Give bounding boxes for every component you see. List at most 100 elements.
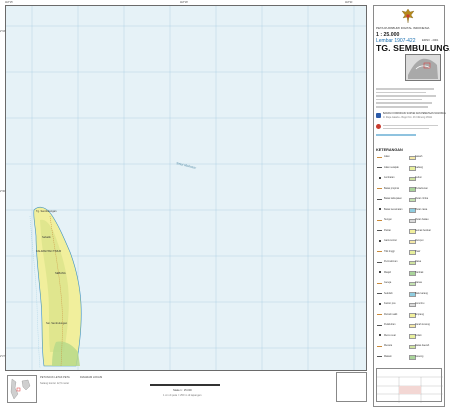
legend-label: Terumbu	[415, 302, 425, 305]
legend-symbol	[377, 293, 382, 295]
scale-bar	[150, 384, 220, 387]
scale-note: Skala 1 : 25.000	[173, 389, 192, 392]
garuda-emblem-icon	[401, 8, 415, 24]
bakosurtanal-logo-icon	[376, 113, 381, 118]
legend-row: Mercu suar Kolam	[377, 334, 441, 339]
river-label: Sei. Sembulungan	[46, 321, 68, 325]
scale-equivalence: 1 cm di peta = 250 m di lapangan	[163, 394, 202, 397]
agency-address: Jl. Raya Jakarta - Bogor Km. 46 Cibinong…	[383, 117, 433, 119]
legend-row: Batas kabupaten Hutan rimba	[377, 197, 441, 203]
legend-row: Jalan Sawah	[377, 155, 441, 161]
legend-symbol	[377, 324, 382, 326]
legend-symbol	[377, 156, 382, 158]
legend-symbol	[378, 302, 381, 305]
legend-label: Batas daerah	[415, 344, 430, 347]
legend-label: Hutan bakau	[415, 218, 429, 221]
map-sheet: Tg. Sembulungan KALIMANTAN TIMUR SEBANG …	[0, 0, 450, 411]
legend-label: Batu karang	[415, 291, 428, 295]
legend-symbol	[377, 345, 382, 347]
legend-label: Menara	[384, 344, 393, 347]
legend-label: Permukiman	[384, 260, 398, 263]
legend-label: Garis kontur	[384, 239, 398, 242]
legend-label: Rumput	[415, 239, 424, 242]
legend-label: Empang	[415, 312, 424, 316]
footer-location-title: PETUNJUK LETAK PETA	[40, 376, 70, 379]
legend-label: Gereja	[384, 281, 392, 284]
legend-symbol	[377, 251, 382, 253]
declination-box	[336, 372, 367, 402]
legend-symbol	[378, 176, 381, 179]
legend-symbol	[378, 239, 381, 242]
legend-label: Batas propinsi	[384, 186, 400, 190]
legend-symbol	[377, 356, 382, 358]
footer-contour-note: Selang kontur 12,5 meter	[40, 382, 70, 385]
legend-label: Pasir	[415, 249, 421, 253]
metadata-block	[376, 86, 440, 110]
map-canvas[interactable]: Tg. Sembulungan KALIMANTAN TIMUR SEBANG …	[6, 6, 367, 371]
legend-row: Jembatan Kebun	[377, 176, 441, 182]
tick-top-2: 118°18'	[180, 1, 188, 4]
legend-row: Garis kontur Rumput	[377, 239, 441, 245]
legend-label: Jalan	[384, 155, 390, 158]
legend-label: Tambak	[415, 270, 424, 274]
legend-symbol	[377, 230, 382, 232]
legend-row: Rumah sakit Empang	[377, 312, 441, 318]
legend-symbol	[377, 219, 382, 221]
map-frame[interactable]: Tg. Sembulungan KALIMANTAN TIMUR SEBANG …	[5, 5, 367, 371]
legend-label: Hutan rimba	[415, 197, 429, 200]
tick-left-1: 2°33'	[0, 30, 6, 33]
legend-row: Batas kecamatan Hutan rawa	[377, 207, 441, 213]
edition-label: EDISI I - 2001	[422, 39, 439, 42]
legend-label: Hutan rawa	[415, 207, 428, 211]
legend-label: Perkebunan	[415, 186, 428, 190]
legend-row: Permukiman Rawa	[377, 260, 441, 266]
sheet-index-table	[376, 368, 443, 403]
village-label: Sebatik	[42, 235, 51, 239]
legend-symbol	[377, 198, 382, 200]
legend-symbol	[377, 167, 382, 169]
legend-symbol	[378, 208, 381, 210]
legend-label: Sawah	[415, 155, 423, 158]
footer-index-title: DIAGRAM LOKASI	[80, 376, 103, 379]
legend-row: Makam Gosong	[377, 354, 441, 360]
agency-name: BADAN KOORDINASI SURVEI DAN PEMETAAN NAS…	[383, 113, 446, 115]
inset-map	[405, 54, 441, 81]
legend-label: Jembatan	[384, 176, 395, 179]
legend-row: Kantor pos Terumbu	[377, 302, 441, 308]
kelurahan-label: SEBANG	[55, 271, 66, 275]
legend-label: Ladang	[415, 165, 423, 169]
legend-label: Makam	[384, 354, 392, 358]
legend-label: Semak belukar	[415, 228, 431, 232]
cape-label: Tg. Sembulungan	[36, 209, 57, 213]
legend-row: Masjid Tambak	[377, 270, 441, 276]
legend-label: Titik tinggi	[384, 249, 395, 253]
legend-label: Gosong	[415, 354, 424, 358]
legend-label: Sungai	[384, 218, 392, 221]
legend-label: Sekolah	[384, 291, 393, 295]
series-label: PETA RUPABUMI DIGITAL INDONESIA	[376, 26, 430, 30]
tick-left-2: 2°30'	[0, 190, 6, 193]
legend-label: Kebun	[415, 176, 422, 179]
legend-row: Menara Batas daerah	[377, 344, 441, 350]
legend-label: Masjid	[384, 270, 391, 274]
legend-label: Rumah sakit	[384, 312, 398, 316]
map-title: TG. SEMBULUNGAN	[376, 43, 450, 53]
legend-label: Danau	[415, 281, 423, 284]
legend-label: Jalan setapak	[384, 165, 399, 169]
tick-top-3: 118°21'	[345, 1, 353, 4]
legend-label: Kantor pos	[384, 302, 396, 305]
legend-symbol	[377, 188, 382, 190]
legend-label: Pelabuhan	[384, 323, 396, 326]
legend-row: Pantai Semak belukar	[377, 228, 441, 234]
tick-left-3: 2°27'	[0, 355, 6, 358]
legend-row: Batas propinsi Perkebunan	[377, 186, 441, 192]
legend-symbol	[378, 271, 381, 273]
legend-label: Pantai	[384, 228, 391, 232]
legend-row: Sekolah Batu karang	[377, 291, 441, 297]
legend-symbol	[378, 334, 381, 336]
location-index-box	[7, 375, 37, 403]
legend-label: Batas kabupaten	[384, 197, 402, 200]
legend-heading: KETERANGAN	[376, 148, 403, 152]
legend-label: Tanah kosong	[415, 323, 430, 326]
legend-row: Titik tinggi Pasir	[377, 249, 441, 255]
